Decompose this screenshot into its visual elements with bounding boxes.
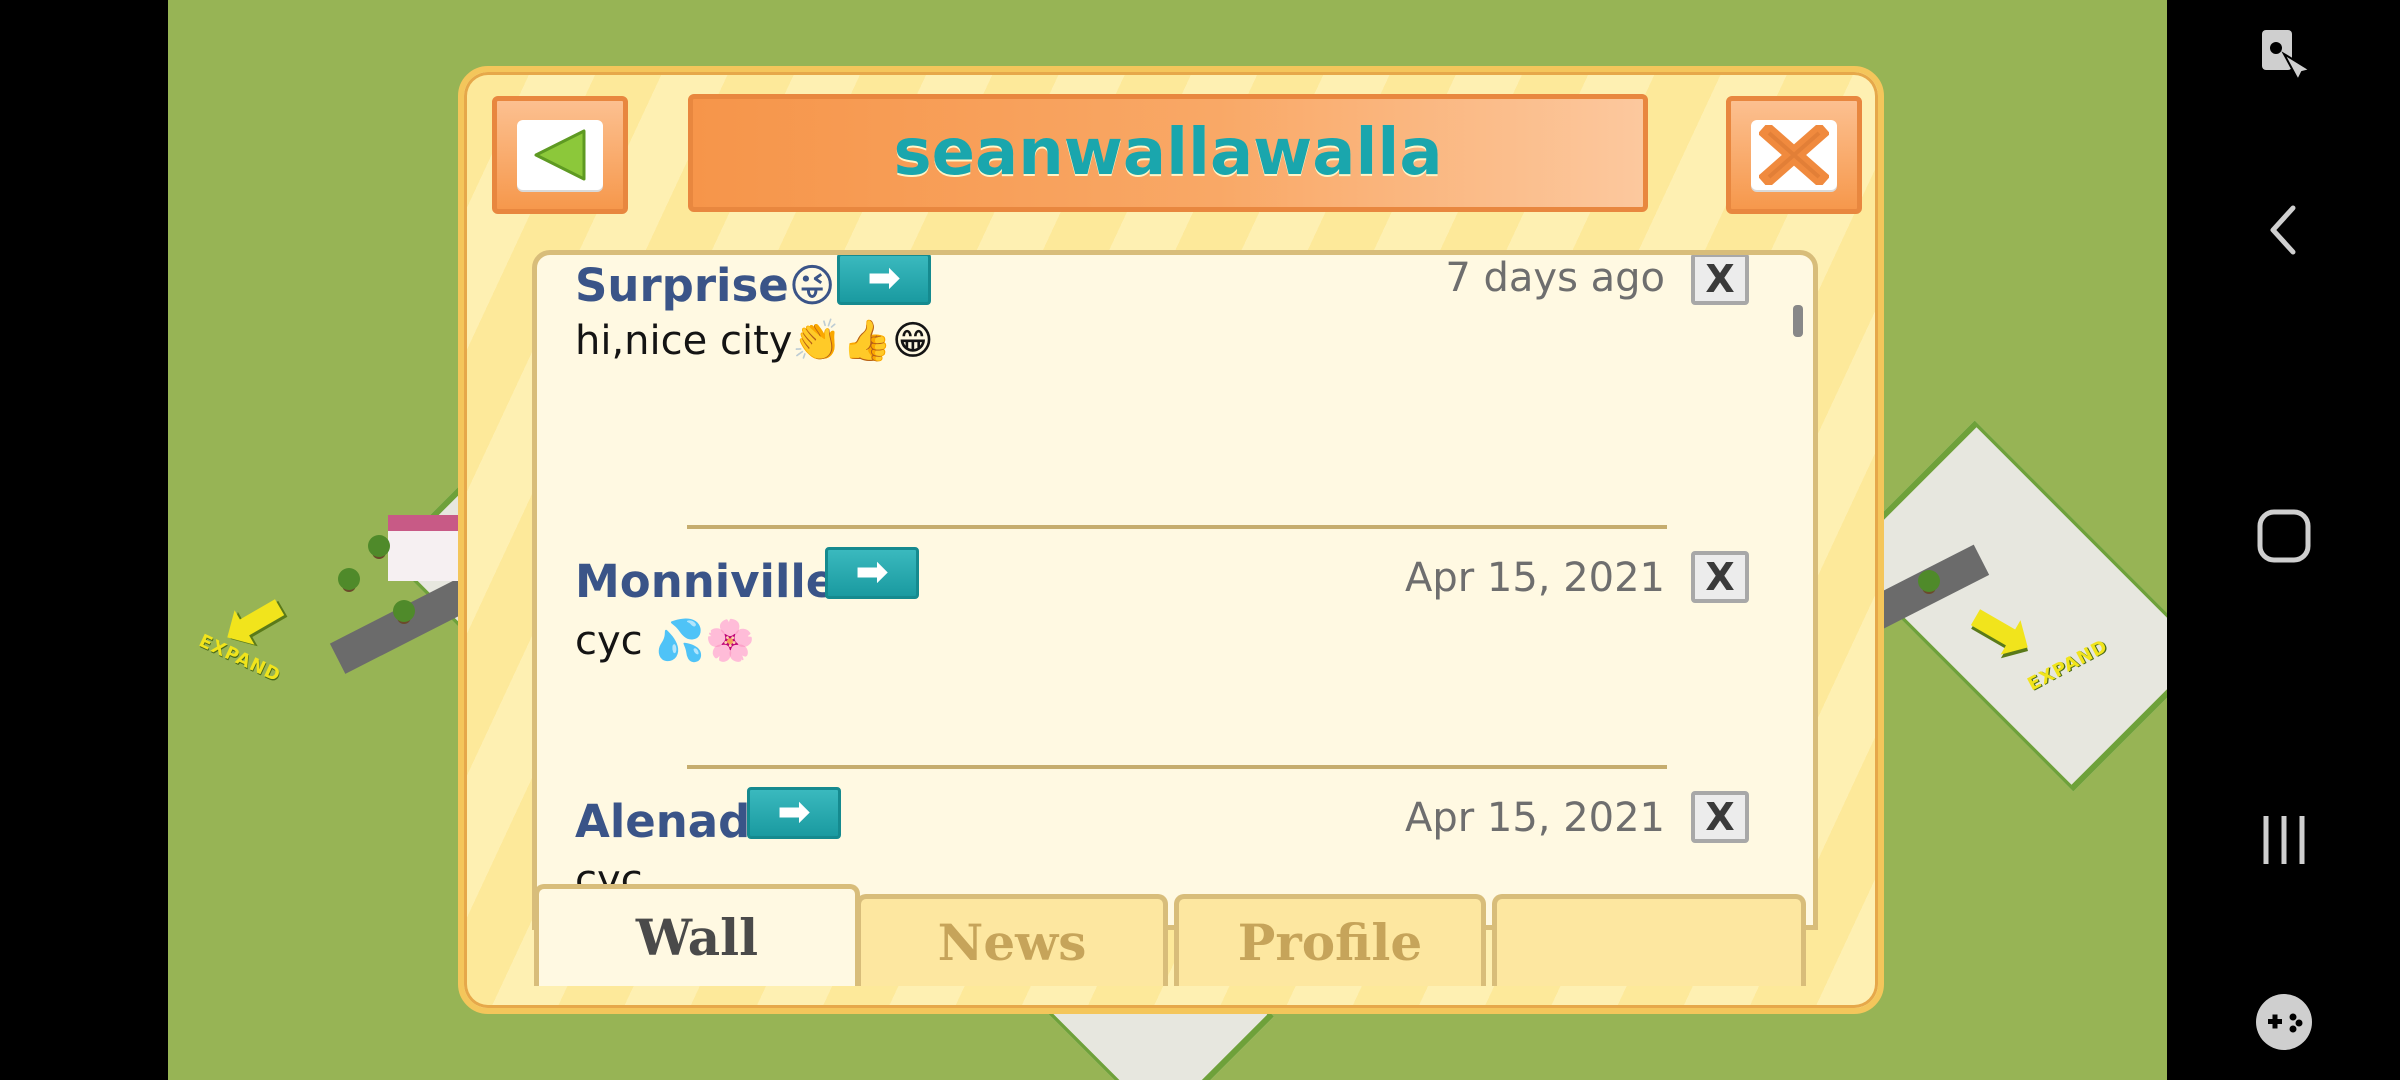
post-date: Apr 15, 2021 [1404, 795, 1665, 841]
delete-post-button[interactable]: X [1691, 551, 1749, 603]
post-date: 7 days ago [1445, 255, 1665, 301]
post-divider [687, 765, 1667, 769]
tab-empty[interactable] [1492, 894, 1806, 986]
delete-post-button[interactable]: X [1691, 255, 1749, 305]
game-controller-icon[interactable] [2167, 990, 2400, 1058]
post-divider [687, 525, 1667, 529]
tree [1918, 570, 1940, 592]
house [388, 515, 458, 581]
tab-news[interactable]: News [856, 894, 1168, 986]
post-text: hi,nice city👏👍😁 [575, 318, 934, 364]
close-x-icon [1751, 120, 1837, 190]
back-button[interactable] [492, 96, 628, 214]
home-square-icon[interactable] [2167, 506, 2400, 570]
tree [338, 568, 360, 590]
wall-post: Surprise😜 ➡ 7 days ago X hi,nice city👏👍😁 [575, 255, 1775, 481]
wall-post: Monniville ➡ Apr 15, 2021 X cyc 💦🌸 [575, 547, 1775, 795]
delete-post-button[interactable]: X [1691, 791, 1749, 843]
recents-bars-icon[interactable] [2167, 810, 2400, 874]
back-chevron-icon[interactable] [2167, 200, 2400, 264]
arrow-right-icon[interactable]: ➡ [747, 787, 841, 839]
tab-profile[interactable]: Profile [1174, 894, 1486, 986]
arrow-right-icon[interactable]: ➡ [825, 547, 919, 599]
dialog-title: seanwallawalla [893, 116, 1443, 190]
close-button[interactable] [1726, 96, 1862, 214]
post-author[interactable]: Alenad [575, 795, 750, 848]
post-date: Apr 15, 2021 [1404, 555, 1665, 601]
android-nav-bar [2167, 0, 2400, 1080]
post-author[interactable]: Monniville [575, 555, 836, 608]
post-text: cyc 💦🌸 [575, 618, 755, 664]
dialog-tabs: Wall News Profile [534, 884, 1818, 986]
tab-wall[interactable]: Wall [534, 884, 860, 986]
back-triangle-icon [517, 120, 603, 190]
profile-dialog: seanwallawalla Surprise😜 ➡ 7 days ago X … [458, 66, 1884, 1014]
tree [393, 600, 415, 622]
arrow-right-icon[interactable]: ➡ [837, 255, 931, 305]
post-author[interactable]: Surprise😜 [575, 259, 836, 312]
title-bar: seanwallawalla [688, 94, 1648, 212]
tree [368, 535, 390, 557]
scrollbar[interactable] [1793, 305, 1803, 337]
screen-lock-icon[interactable] [2167, 24, 2400, 92]
wall-list[interactable]: Surprise😜 ➡ 7 days ago X hi,nice city👏👍😁… [532, 250, 1818, 930]
